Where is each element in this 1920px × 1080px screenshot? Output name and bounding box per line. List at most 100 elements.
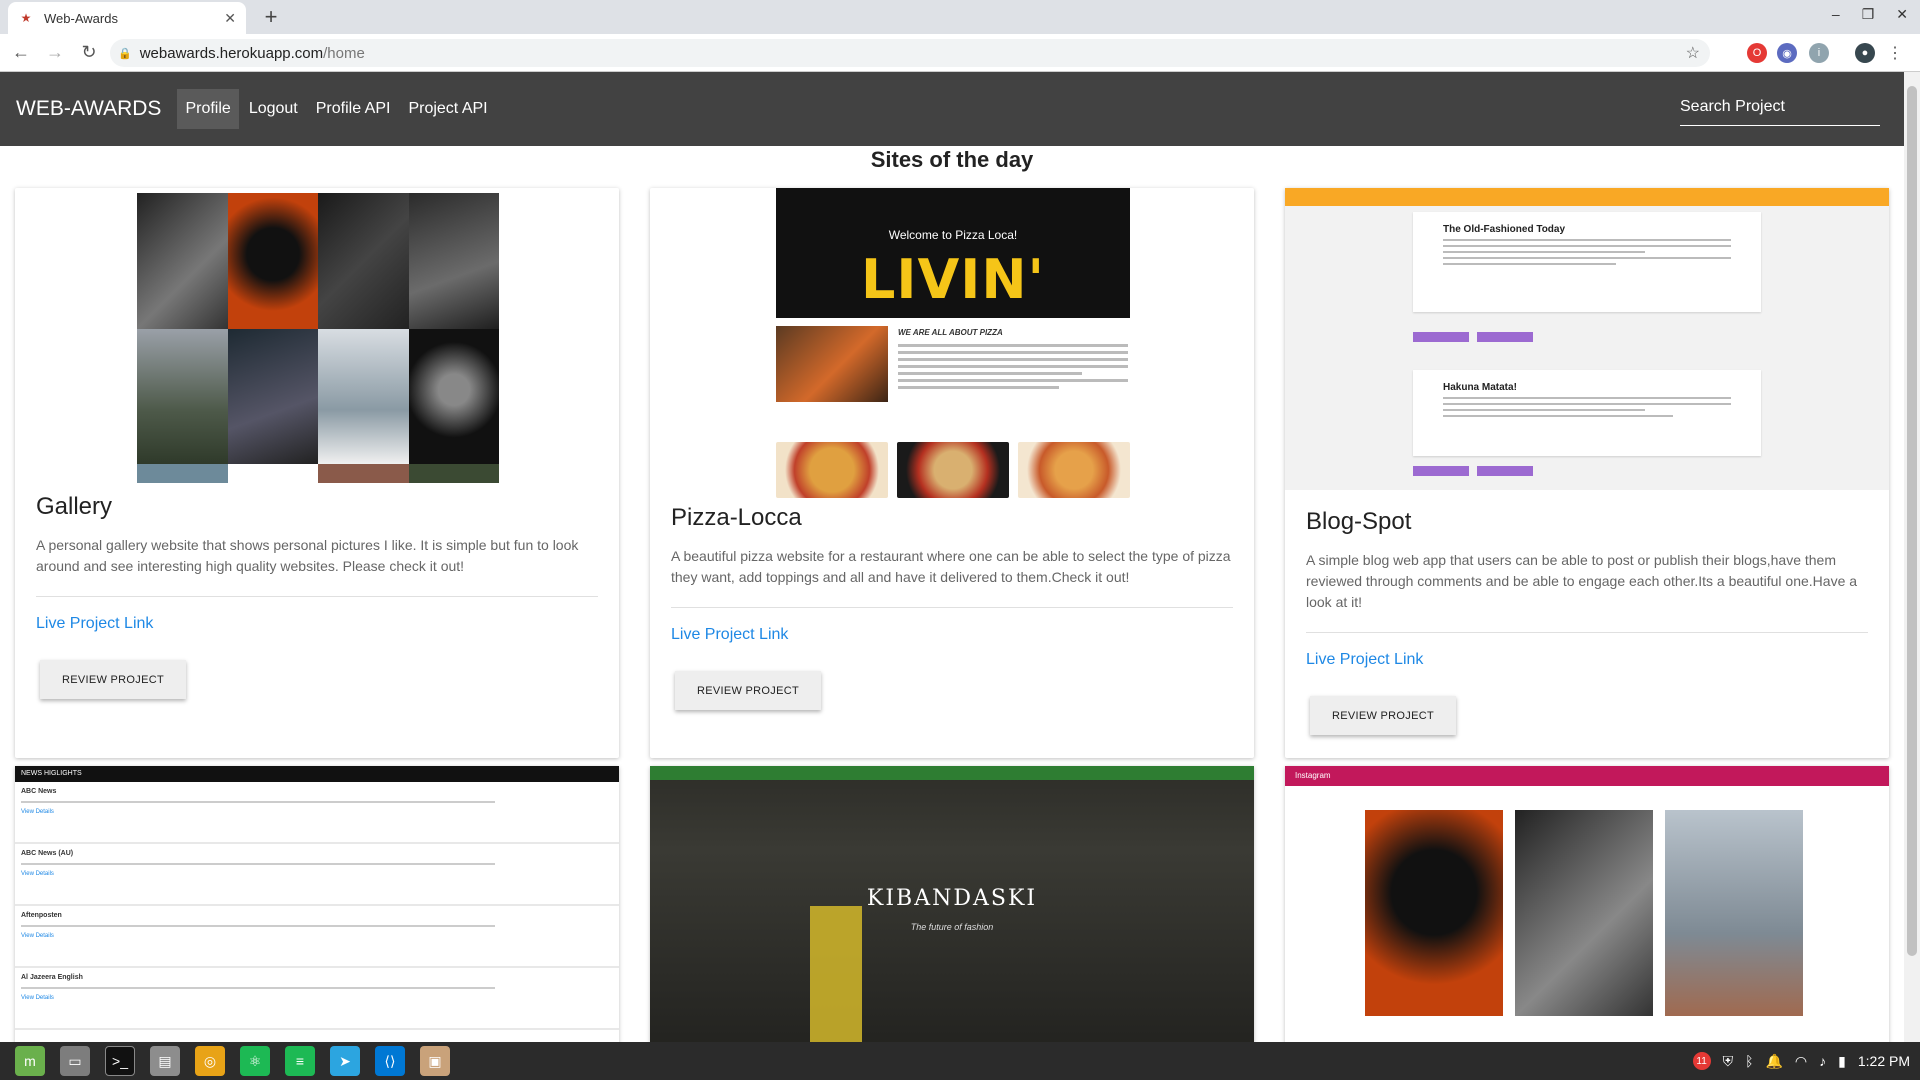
news-view-details: View Details [21, 995, 54, 1001]
news-item-title: Aftenposten [21, 912, 62, 919]
url-host: webawards.herokuapp.com [139, 44, 324, 62]
project-thumbnail [15, 188, 619, 493]
project-description: A simple blog web app that users can be … [1306, 552, 1858, 610]
close-tab-icon[interactable]: ✕ [224, 10, 236, 27]
preview-post-title: Hakuna Matata! [1443, 382, 1517, 393]
pizza-site-preview: Welcome to Pizza Loca! LIVIN' WE ARE ALL… [776, 188, 1130, 498]
nav-profile-api[interactable]: Profile API [308, 89, 399, 129]
post-image [1365, 810, 1503, 1016]
search-project-input[interactable] [1680, 88, 1880, 126]
favicon-icon: ★ [20, 11, 32, 25]
pizza-image [1018, 442, 1130, 498]
project-description: A beautiful pizza website for a restaura… [671, 548, 1231, 585]
news-view-details: View Details [21, 933, 54, 939]
bluetooth-icon[interactable]: ᛒ [1745, 1053, 1753, 1069]
menu-icon[interactable]: m [15, 1046, 45, 1076]
news-view-details: View Details [21, 871, 54, 877]
spotify-icon[interactable]: ≡ [285, 1046, 315, 1076]
fashion-site-preview: KIBANDASKI The future of fashion [650, 766, 1254, 1042]
os-taskbar: m ▭ >_ ▤ ◎ ⚛ ≡ ➤ ⟨⟩ ▣ 11 ⛨ ᛒ 🔔 ◠ ♪ ▮ 1:2… [0, 1042, 1920, 1080]
terminal-icon[interactable]: >_ [105, 1046, 135, 1076]
review-project-button[interactable]: REVIEW PROJECT [675, 671, 821, 710]
page-heading: Sites of the day [870, 147, 1034, 172]
project-card-fashion: KIBANDASKI The future of fashion [650, 766, 1254, 1042]
project-title: Pizza-Locca [671, 504, 802, 531]
window-controls: – ❐ ✕ [1832, 6, 1908, 23]
post-image [1515, 810, 1653, 1016]
files-icon[interactable]: ▤ [150, 1046, 180, 1076]
project-thumbnail: The Old-Fashioned Today Hakuna Matata! [1285, 188, 1889, 490]
preview-post-title: The Old-Fashioned Today [1443, 224, 1566, 235]
project-card-news: NEWS HIGLIGHTS ABC News View Details ABC … [15, 766, 619, 1042]
project-title: Gallery [36, 493, 113, 520]
divider [36, 596, 598, 597]
instagram-site-preview: Instagram [1285, 766, 1889, 1042]
wifi-icon[interactable]: ◠ [1795, 1053, 1807, 1070]
address-bar: ← → ↻ 🔒 webawards.herokuapp.com /home ☆ … [0, 34, 1920, 72]
atom-icon[interactable]: ⚛ [240, 1046, 270, 1076]
reload-icon[interactable]: ↻ [76, 40, 102, 66]
clock[interactable]: 1:22 PM [1858, 1053, 1910, 1069]
brand-logo[interactable]: WEB-AWARDS [16, 97, 161, 121]
vscode-icon[interactable]: ⟨⟩ [375, 1046, 405, 1076]
browser-menu-icon[interactable]: ⋮ [1885, 43, 1905, 63]
page-scrollbar[interactable] [1904, 72, 1920, 1042]
project-card-blog: The Old-Fashioned Today Hakuna Matata! B… [1285, 188, 1889, 758]
live-project-link[interactable]: Live Project Link [36, 615, 598, 633]
lock-icon: 🔒 [118, 47, 132, 60]
chrome-icon[interactable]: ◎ [195, 1046, 225, 1076]
preview-brand-text: KIBANDASKI [866, 886, 1038, 911]
extension-icon[interactable]: ◉ [1777, 43, 1797, 63]
news-view-details: View Details [21, 809, 54, 815]
minimize-icon[interactable]: – [1832, 6, 1840, 23]
bookmark-star-icon[interactable]: ☆ [1686, 43, 1700, 63]
browser-tab[interactable]: ★ Web-Awards ✕ [8, 2, 246, 34]
news-item-title: Al Jazeera English [21, 974, 83, 981]
project-thumbnail: Welcome to Pizza Loca! LIVIN' WE ARE ALL… [650, 188, 1254, 504]
project-card-gallery: Gallery A personal gallery website that … [15, 188, 619, 758]
review-project-button[interactable]: REVIEW PROJECT [40, 660, 186, 699]
live-project-link[interactable]: Live Project Link [671, 626, 1233, 644]
bell-icon[interactable]: 🔔 [1765, 1053, 1782, 1070]
news-header: NEWS HIGLIGHTS [15, 766, 619, 782]
project-description: A personal gallery website that shows pe… [36, 537, 579, 574]
desktop-icon[interactable]: ▭ [60, 1046, 90, 1076]
nav-project-api[interactable]: Project API [400, 89, 495, 129]
restore-icon[interactable]: ❐ [1862, 6, 1875, 23]
page-content: Sites of the day Gallery A personal gall… [0, 146, 1904, 1042]
opera-icon[interactable]: O [1747, 43, 1767, 63]
divider [671, 607, 1233, 608]
image-viewer-icon[interactable]: ▣ [420, 1046, 450, 1076]
system-tray: 11 ⛨ ᛒ 🔔 ◠ ♪ ▮ 1:22 PM [1692, 1042, 1910, 1080]
nav-profile[interactable]: Profile [177, 89, 239, 129]
app-navbar: WEB-AWARDS Profile Logout Profile API Pr… [0, 72, 1904, 146]
preview-welcome-text: Welcome to Pizza Loca! [888, 228, 1018, 242]
close-window-icon[interactable]: ✕ [1896, 6, 1908, 23]
telegram-icon[interactable]: ➤ [330, 1046, 360, 1076]
notification-badge[interactable]: 11 [1692, 1052, 1711, 1070]
browser-tab-bar: ★ Web-Awards ✕ + – ❐ ✕ [0, 0, 1920, 34]
preview-tagline: The future of fashion [910, 922, 994, 932]
new-tab-button[interactable]: + [258, 4, 284, 30]
url-path: /home [323, 44, 365, 62]
volume-icon[interactable]: ♪ [1819, 1053, 1826, 1069]
pizza-image [897, 442, 1009, 498]
project-title: Blog-Spot [1306, 508, 1412, 535]
nav-logout[interactable]: Logout [241, 89, 306, 129]
shield-icon[interactable]: ⛨ [1723, 1053, 1734, 1070]
battery-icon[interactable]: ▮ [1838, 1053, 1846, 1070]
gallery-collage [137, 193, 499, 483]
back-icon[interactable]: ← [8, 40, 34, 66]
news-item-title: ABC News [21, 788, 57, 795]
extension-2-icon[interactable]: i [1809, 43, 1829, 63]
pizza-image [776, 442, 888, 498]
url-field[interactable]: 🔒 webawards.herokuapp.com /home ☆ [110, 39, 1710, 67]
live-project-link[interactable]: Live Project Link [1306, 651, 1868, 669]
divider [1306, 632, 1868, 633]
news-item-title: ABC News (AU) [21, 850, 74, 857]
forward-icon[interactable]: → [42, 40, 68, 66]
project-card-pizza: Welcome to Pizza Loca! LIVIN' WE ARE ALL… [650, 188, 1254, 758]
instagram-header: Instagram [1285, 766, 1889, 786]
review-project-button[interactable]: REVIEW PROJECT [1310, 696, 1456, 735]
profile-avatar[interactable]: ● [1855, 43, 1875, 63]
